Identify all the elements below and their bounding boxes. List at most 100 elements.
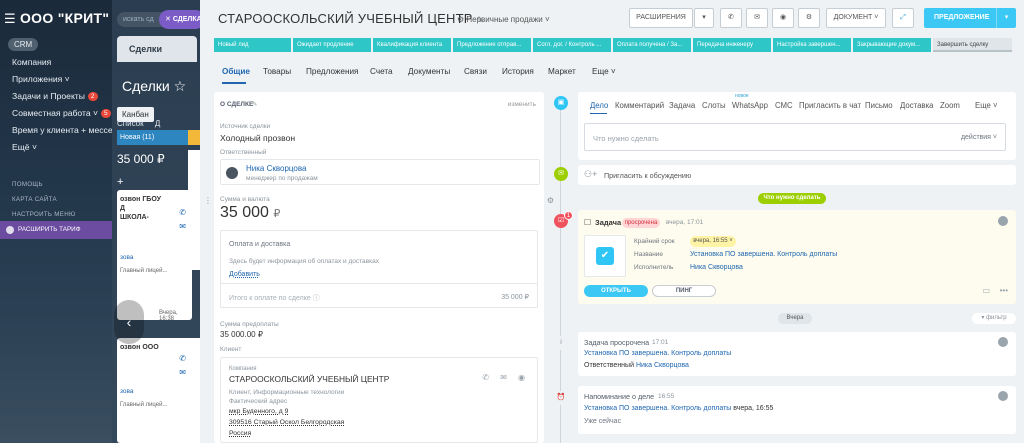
payment-add-link[interactable]: Добавить [229, 271, 260, 278]
task-name-link[interactable]: Установка ПО завершена. Контроль доплаты [690, 251, 837, 258]
document-button[interactable]: ДОКУМЕНТ ˅ [826, 8, 886, 28]
stage-1[interactable]: Новый лид [214, 38, 291, 52]
overdue-resp-name[interactable]: Ника Скворцова [636, 362, 689, 369]
menu-settings-link[interactable]: НАСТРОИТЬ МЕНЮ [12, 211, 76, 218]
stage-finish[interactable]: Завершить сделку [933, 38, 1012, 52]
stage-4[interactable]: Предложение отправ... [453, 38, 531, 52]
nav-item-time[interactable]: Время у клиента + мессе... [0, 122, 112, 139]
menu-icon[interactable]: ☰ [4, 11, 16, 26]
add-deal-plus[interactable]: + [117, 176, 123, 188]
checkbox[interactable]: ☐ [584, 218, 591, 227]
tab-market[interactable]: Маркет [548, 67, 576, 76]
edit-section-link[interactable]: изменить [508, 101, 536, 108]
tl-tab-invite-chat[interactable]: Пригласить в чат [799, 101, 861, 110]
nav-item-apps[interactable]: Приложения ˅ [0, 71, 112, 88]
tab-invoices[interactable]: Счета [370, 67, 393, 76]
tab-products[interactable]: Товары [263, 67, 291, 76]
tl-tab-slots[interactable]: Слоты [702, 101, 726, 110]
stage-3[interactable]: Квалификация клиента [373, 38, 451, 52]
tab-documents[interactable]: Документы [408, 67, 450, 76]
kanban-card-edge[interactable] [188, 150, 200, 270]
more-icon[interactable]: ••• [1000, 286, 1008, 295]
nav-item-more[interactable]: Ещё ˅ [0, 139, 112, 156]
nav-item-tasks[interactable]: Задачи и Проекты 2 [0, 88, 112, 105]
stage-2[interactable]: Ожидает продление [293, 38, 371, 52]
stage-5[interactable]: Согл. дог. / Контроль ... [533, 38, 611, 52]
tl-tab-more[interactable]: Еще ˅ [975, 101, 998, 110]
responsible-name[interactable]: Ника Скворцова [246, 164, 306, 173]
todo-input[interactable]: Что нужно сделать действия ˅ [584, 123, 1006, 151]
kanban-card-edge[interactable] [188, 338, 200, 443]
mail-icon[interactable]: ✉ [746, 8, 768, 28]
deadline-value[interactable]: вчера, 16:55 ˅ [690, 236, 736, 247]
name-label: Название [634, 251, 664, 258]
nav-item-collab[interactable]: Совместная работа ˅ 5 [0, 105, 112, 122]
tl-tab-zoom[interactable]: Zoom [940, 101, 960, 110]
help-link[interactable]: ПОМОЩЬ [12, 181, 43, 188]
chat-icon[interactable]: ◉ [518, 373, 525, 382]
expand-icon[interactable]: ⤢ [892, 8, 914, 28]
tab-more[interactable]: Еще ˅ [592, 67, 616, 76]
stage-8[interactable]: Настройка завершен... [773, 38, 851, 52]
extensions-dropdown[interactable]: ▾ [694, 8, 714, 28]
phone-icon[interactable]: ✆ [179, 208, 186, 217]
overdue-link[interactable]: Установка ПО завершена. Контроль доплаты [584, 350, 731, 357]
phone-icon[interactable]: ✆ [179, 354, 186, 363]
tab-history[interactable]: История [502, 67, 534, 76]
tab-general[interactable]: Общие [222, 67, 250, 76]
reminder-link[interactable]: Установка ПО завершена. Контроль доплаты [584, 405, 731, 412]
exec-name-link[interactable]: Ника Скворцова [690, 264, 743, 271]
tl-tab-email[interactable]: Письмо [865, 101, 893, 110]
stage-6[interactable]: Оплата получена / За... [613, 38, 691, 52]
deal-card-link[interactable]: зова [120, 254, 134, 261]
drag-handle-icon[interactable]: ⋮ [204, 196, 212, 205]
tl-tab-sms[interactable]: СМС [775, 101, 793, 110]
stage-7[interactable]: Передача инженеру [693, 38, 771, 52]
extensions-button[interactable]: РАСШИРЕНИЯ [629, 8, 693, 28]
pipeline-selector[interactable]: ⚙ Первичные продажи ˅ [457, 15, 550, 24]
deal-card-link[interactable]: зова [120, 388, 134, 395]
filter-button[interactable]: ▾ фильтр [972, 313, 1016, 324]
settings-icon[interactable]: ⚙ [798, 8, 820, 28]
site-map-link[interactable]: КАРТА САЙТА [12, 196, 57, 203]
mail-icon[interactable]: ✉ [500, 373, 507, 382]
chat-icon[interactable]: ◉ [772, 8, 794, 28]
view-other[interactable]: Д [155, 119, 160, 128]
tl-tab-whatsapp[interactable]: WhatsApp [732, 101, 768, 110]
extend-tariff-button[interactable]: РАСШИРИТЬ ТАРИФ [0, 221, 112, 239]
company-logo[interactable]: ☰ ООО "КРИТ" [4, 10, 109, 27]
tl-tab-comment[interactable]: Комментарий [615, 101, 664, 110]
new-deal-button[interactable]: ✕ СДЕЛКА [159, 10, 205, 29]
tl-tab-deal[interactable]: Дело [590, 101, 608, 110]
offer-button[interactable]: ПРЕДЛОЖЕНИЕ ▾ [924, 8, 1016, 28]
tab-links[interactable]: Связи [464, 67, 487, 76]
stage-9[interactable]: Закрывающие докум... [853, 38, 931, 52]
tl-tab-delivery[interactable]: Доставка [900, 101, 933, 110]
address-line1[interactable]: мкр Буденного, д 9 [229, 408, 288, 415]
actions-dropdown[interactable]: действия ˅ [961, 134, 997, 141]
edit-section-icon[interactable]: ✎ [252, 100, 257, 108]
kanban-column-header-2[interactable] [188, 130, 200, 145]
crm-chip[interactable]: CRM [8, 38, 39, 51]
phone-icon[interactable]: ✆ [720, 8, 742, 28]
deals-tab[interactable]: Сделки [117, 36, 197, 62]
ping-button[interactable]: ПИНГ [652, 285, 716, 297]
mail-icon[interactable]: ✉ [179, 222, 186, 231]
note-icon[interactable]: ▭ [982, 286, 990, 295]
invite-discussion[interactable]: ⚇+ Пригласить к обсуждению [578, 165, 1016, 185]
mail-icon[interactable]: ✉ [179, 368, 186, 377]
settings-icon[interactable]: ⚙ [547, 196, 554, 205]
offer-dropdown[interactable]: ▾ [996, 8, 1016, 28]
phone-icon[interactable]: ✆ [482, 373, 489, 382]
scroll-left-arrow[interactable]: ‹ [114, 300, 144, 344]
view-list[interactable]: Список [117, 119, 144, 128]
address-line3[interactable]: Россия [229, 430, 251, 437]
kanban-column-header[interactable]: Новая (11) [117, 130, 197, 145]
responsible-block[interactable]: Ника Скворцова менеджер по продажам [220, 159, 540, 185]
tab-offers[interactable]: Предложения [306, 67, 358, 76]
tl-tab-task[interactable]: Задача [669, 101, 695, 110]
address-line2[interactable]: 309516 Старый Оскол Белгородская [229, 419, 344, 426]
deal-card[interactable]: озвон ООО зова Главный лицей... ✆ ✉ [117, 338, 192, 443]
open-task-button[interactable]: ОТКРЫТЬ [584, 285, 648, 297]
nav-item-company[interactable]: Компания [0, 54, 112, 71]
